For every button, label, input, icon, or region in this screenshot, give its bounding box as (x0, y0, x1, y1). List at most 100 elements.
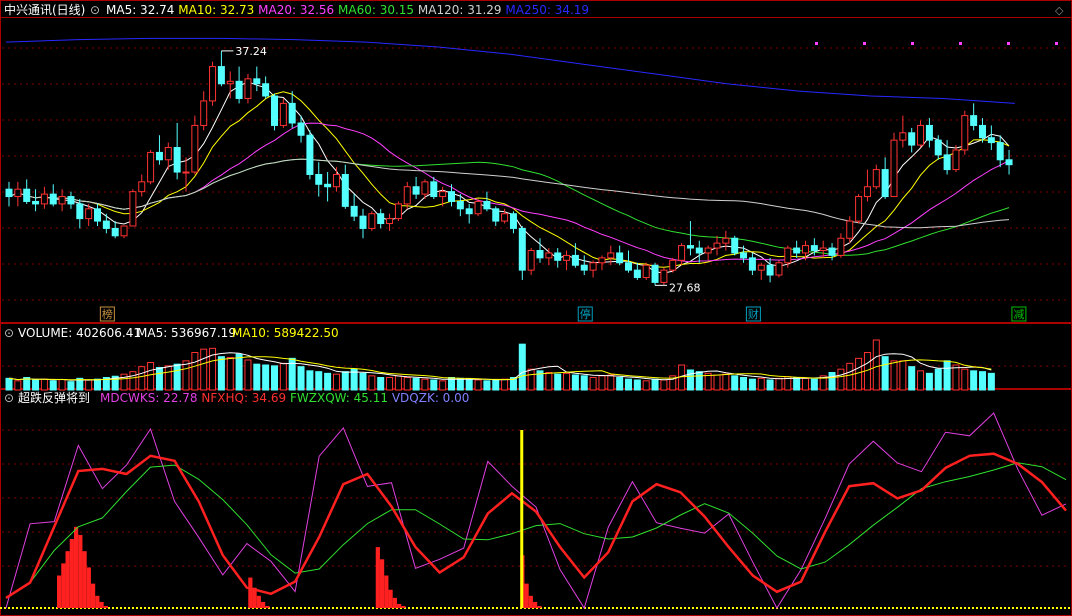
candle-body (67, 196, 75, 205)
volume-bar (244, 359, 252, 391)
volume-ma10: MA10: 589422.50 (232, 326, 339, 340)
ma250-label: MA250: 34.19 (505, 3, 590, 17)
volume-bar (386, 377, 394, 391)
candle-body (757, 264, 765, 271)
candle-body (660, 269, 668, 283)
volume-bar (810, 378, 818, 391)
volume-bar (412, 377, 420, 391)
volume-bar (686, 369, 694, 391)
volume-bar (580, 375, 588, 391)
candle-body (899, 132, 907, 141)
volume-bar (731, 375, 739, 391)
panel-border (0, 0, 1072, 323)
volume-bar (315, 371, 323, 391)
candle-body (359, 215, 367, 229)
candle-body (85, 208, 93, 220)
candle-body (350, 205, 358, 217)
nfxhq-label: NFXHQ: 34.69 (201, 391, 287, 405)
ma250-line (5, 37, 1015, 104)
fwzxqw-label: FWZXQW: 45.11 (289, 391, 389, 405)
candle-body (394, 203, 402, 220)
volume-bar (660, 379, 668, 391)
candle-body (740, 252, 748, 259)
candle-body (633, 269, 641, 278)
volume-bar (713, 374, 721, 391)
candle-body (509, 213, 517, 229)
volume-bar (722, 373, 730, 391)
price-panel-dropdown-icon[interactable]: ⊙ (90, 2, 100, 18)
marker-dot (1055, 42, 1058, 45)
candle-body (288, 102, 296, 124)
candle-body (748, 257, 756, 271)
candle-body (40, 193, 48, 205)
volume-bar (182, 360, 190, 391)
ma-line (8, 81, 1010, 274)
volume-bar (456, 377, 464, 391)
candle-body (678, 245, 686, 261)
candle-body (501, 213, 509, 222)
indicator-dropdown-icon[interactable]: ⊙ (4, 390, 14, 406)
marker-dot (863, 42, 866, 45)
indicator-red-bar (533, 601, 538, 608)
indicator-red-bar (388, 589, 393, 608)
volume-bar (94, 378, 101, 391)
close-panel-icon[interactable]: ◇ (1055, 3, 1063, 19)
indicator-yellow-bar (520, 430, 524, 608)
volume-bar (67, 381, 75, 391)
volume-bar (651, 378, 659, 391)
marker-dot (911, 42, 914, 45)
volume-bar (775, 377, 783, 391)
volume-bar (306, 370, 314, 391)
candle-body (828, 247, 836, 256)
indicator-red-bar (86, 567, 91, 608)
candle-body (23, 188, 31, 202)
candle-body (111, 227, 119, 237)
indicator-red-bar (248, 577, 253, 608)
candle-body (961, 115, 969, 151)
low-marker: 27.68 (669, 281, 701, 294)
volume-bar (987, 372, 995, 391)
candle-body (837, 237, 845, 256)
candle-body (695, 247, 703, 254)
volume-bar (917, 370, 925, 391)
marker-dot (1007, 42, 1010, 45)
candle-body (970, 115, 978, 126)
volume-bar (890, 360, 898, 391)
volume-bar (633, 379, 641, 391)
volume-bar (979, 371, 986, 391)
marker-dot (959, 42, 962, 45)
candle-body (492, 208, 500, 222)
candle-body (890, 139, 898, 198)
volume-bar (598, 375, 606, 391)
candle-body (279, 102, 287, 126)
candle-body (155, 151, 163, 161)
candle-body (925, 124, 933, 141)
volume-bar (279, 362, 287, 391)
candle-body (120, 225, 128, 237)
candle-body (386, 218, 394, 225)
volume-bar (173, 363, 181, 391)
candle-body (474, 200, 482, 215)
candle-body (651, 264, 659, 283)
candle-body (686, 245, 694, 249)
candle-body (819, 247, 827, 252)
volume-bar (554, 373, 562, 391)
candle-body (182, 171, 190, 174)
candle-body (332, 173, 340, 188)
volume-bar (740, 377, 748, 391)
volume-dropdown-icon[interactable]: ⊙ (4, 325, 14, 341)
indicator-red-bar (57, 575, 62, 608)
candle-body (598, 257, 606, 264)
volume-bar (235, 353, 243, 391)
candle-body (129, 191, 137, 227)
candle-body (731, 237, 739, 254)
volume-bar (846, 362, 854, 391)
candle-body (908, 132, 916, 146)
price-panel-title: 中兴通讯(日线) (4, 3, 86, 17)
candle-body (14, 188, 22, 198)
candle-body (430, 181, 438, 198)
volume-bar (625, 378, 632, 391)
volume-bar (943, 360, 951, 391)
event-tag: 榜 (102, 307, 113, 321)
event-tag: 减 (1013, 308, 1024, 321)
